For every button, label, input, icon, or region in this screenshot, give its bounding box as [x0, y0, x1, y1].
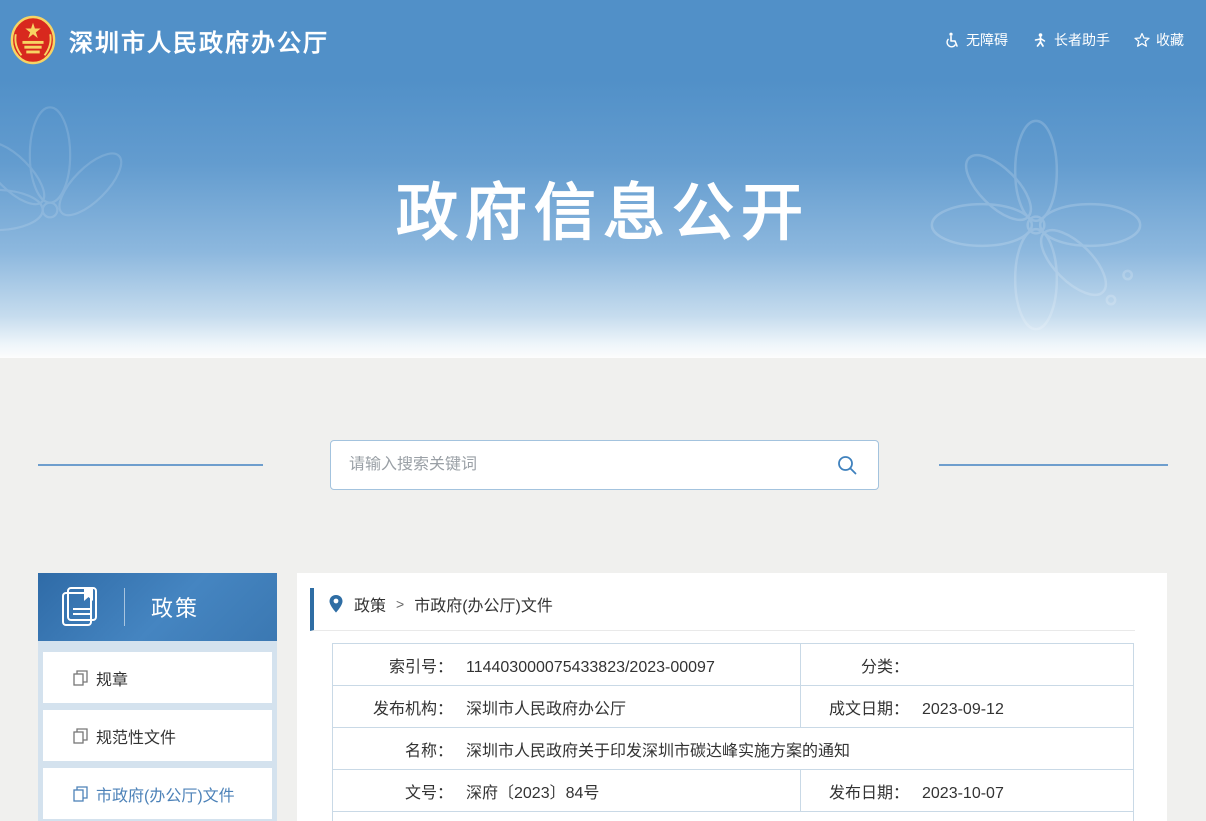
breadcrumb-item-municipal-documents[interactable]: 市政府(办公厅)文件 [414, 592, 553, 616]
star-icon [1134, 32, 1150, 48]
favorite-link[interactable]: 收藏 [1134, 30, 1184, 50]
page-title: 政府信息公开 [0, 80, 1206, 252]
search-input[interactable] [349, 456, 834, 474]
publish-date-cell: 发布日期： 2023-10-07 [801, 770, 1134, 812]
elder-person-icon [1032, 32, 1048, 48]
agency-cell: 发布机构： 深圳市人民政府办公厅 [333, 686, 801, 728]
sidebar: 政策 规章 规范性文件 [38, 573, 277, 821]
sidebar-item-normative-documents[interactable]: 规范性文件 [43, 710, 272, 761]
banner: 政府信息公开 [0, 80, 1206, 358]
name-cell: 名称： 深圳市人民政府关于印发深圳市碳达峰实施方案的通知 [333, 728, 1134, 770]
elder-assistant-label: 长者助手 [1054, 30, 1110, 50]
document-icon [73, 786, 88, 802]
decorative-line-left [38, 464, 263, 466]
main-content: 政策 > 市政府(办公厅)文件 索引号： 114403000075433823/2… [297, 573, 1167, 821]
index-cell: 索引号： 114403000075433823/2023-00097 [333, 644, 801, 686]
field-label: 名称： [333, 737, 453, 761]
search-row [38, 440, 1168, 490]
field-label: 文号： [333, 779, 453, 803]
sidebar-item-label: 市政府(办公厅)文件 [96, 782, 235, 806]
location-pin-icon [328, 594, 344, 614]
decorative-line-right [939, 464, 1168, 466]
elder-assistant-link[interactable]: 长者助手 [1032, 30, 1110, 50]
partial-cell [333, 812, 1134, 821]
favorite-label: 收藏 [1156, 30, 1184, 50]
field-value: 深圳市人民政府办公厅 [466, 701, 626, 718]
document-icon [73, 728, 88, 744]
sidebar-title: 政策 [151, 591, 199, 623]
search-icon [836, 454, 858, 476]
national-emblem-icon [10, 15, 56, 65]
field-label: 成文日期： [801, 695, 909, 719]
wheelchair-icon [944, 32, 960, 48]
sidebar-item-municipal-documents[interactable]: 市政府(办公厅)文件 [43, 768, 272, 819]
breadcrumb-item-policy[interactable]: 政策 [354, 592, 386, 616]
top-bar: 深圳市人民政府办公厅 无障碍 长者助手 收藏 [0, 0, 1206, 80]
breadcrumb-separator: > [396, 596, 404, 612]
table-row-agency: 发布机构： 深圳市人民政府办公厅 成文日期： 2023-09-12 [333, 686, 1134, 728]
field-value: 深府〔2023〕84号 [466, 785, 599, 802]
sidebar-header-divider [124, 588, 125, 626]
sidebar-item-label: 规章 [96, 666, 128, 690]
written-date-cell: 成文日期： 2023-09-12 [801, 686, 1134, 728]
table-row-name: 名称： 深圳市人民政府关于印发深圳市碳达峰实施方案的通知 [333, 728, 1134, 770]
field-value: 114403000075433823/2023-00097 [466, 659, 715, 676]
category-cell: 分类： [801, 644, 1134, 686]
site-title: 深圳市人民政府办公厅 [69, 23, 329, 58]
book-icon [60, 585, 102, 629]
field-value: 2023-10-07 [922, 785, 1004, 802]
field-value: 深圳市人民政府关于印发深圳市碳达峰实施方案的通知 [466, 743, 850, 760]
search-button[interactable] [834, 452, 860, 478]
sidebar-item-label: 规范性文件 [96, 724, 176, 748]
sidebar-items: 规章 规范性文件 市政府(办公厅)文件 [38, 641, 277, 819]
field-label: 发布机构： [333, 695, 453, 719]
topbar-links: 无障碍 长者助手 收藏 [944, 30, 1184, 50]
sidebar-header: 政策 [38, 573, 277, 641]
doc-info-table: 索引号： 114403000075433823/2023-00097 分类： 发布… [332, 643, 1134, 821]
doc-number-cell: 文号： 深府〔2023〕84号 [333, 770, 801, 812]
table-row-index: 索引号： 114403000075433823/2023-00097 分类： [333, 644, 1134, 686]
field-label: 分类： [801, 653, 909, 677]
content-row: 政策 规章 规范性文件 [38, 573, 1167, 821]
field-label: 发布日期： [801, 779, 909, 803]
search-box [330, 440, 879, 490]
sidebar-item-regulations[interactable]: 规章 [43, 652, 272, 703]
field-label: 索引号： [333, 653, 453, 677]
document-icon [73, 670, 88, 686]
field-value: 2023-09-12 [922, 701, 1004, 718]
accessibility-label: 无障碍 [966, 30, 1008, 50]
table-row-doc-number: 文号： 深府〔2023〕84号 发布日期： 2023-10-07 [333, 770, 1134, 812]
breadcrumb: 政策 > 市政府(办公厅)文件 [310, 588, 1135, 631]
table-row-partial [333, 812, 1134, 821]
accessibility-link[interactable]: 无障碍 [944, 30, 1008, 50]
